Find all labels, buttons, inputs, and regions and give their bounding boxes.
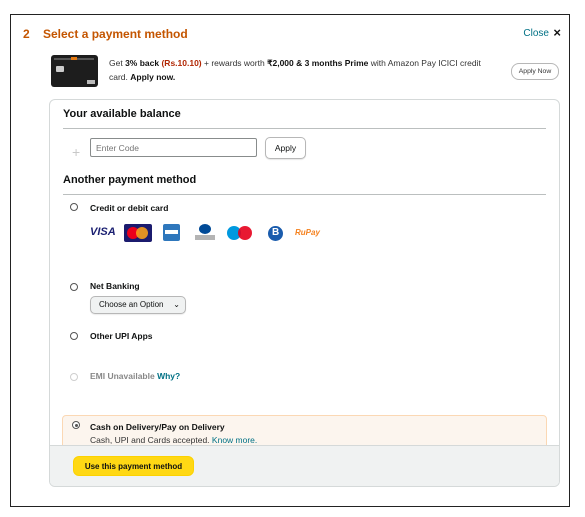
section-header: 2 Select a payment method Close × [23, 25, 561, 45]
bank-select[interactable]: Choose an Option ⌄ [90, 296, 186, 314]
rupay-icon: RuPay [295, 228, 320, 237]
emi-option-label: EMI Unavailable Why? [90, 371, 181, 381]
apply-now-button[interactable]: Apply Now [511, 63, 559, 80]
payment-section: 2 Select a payment method Close × Get 3%… [10, 14, 570, 507]
upi-radio[interactable] [70, 332, 78, 340]
step-number: 2 [23, 27, 30, 41]
chevron-down-icon: ⌄ [173, 300, 180, 309]
bharat-pay-icon: B [268, 226, 283, 241]
apply-code-button[interactable]: Apply [265, 137, 306, 159]
divider [63, 128, 546, 129]
panel-footer: Use this payment method [50, 445, 559, 486]
mastercard-icon [124, 224, 152, 242]
diners-club-icon [195, 224, 215, 242]
card-promo-banner: Get 3% back (Rs.10.10) + rewards worth ₹… [49, 51, 559, 91]
close-icon[interactable]: × [553, 25, 561, 40]
upi-option-label[interactable]: Other UPI Apps [90, 331, 153, 341]
plus-icon: + [72, 144, 81, 160]
netbanking-radio[interactable] [70, 283, 78, 291]
card-radio[interactable] [70, 203, 78, 211]
amex-icon [163, 224, 180, 241]
cod-option-label: Cash on Delivery/Pay on Delivery [90, 422, 225, 432]
cod-subtext: Cash, UPI and Cards accepted. Know more. [90, 435, 258, 445]
section-title: Select a payment method [43, 27, 188, 41]
balance-title: Your available balance [63, 108, 181, 120]
card-option-label[interactable]: Credit or debit card [90, 203, 168, 213]
maestro-icon [227, 224, 253, 242]
divider [63, 194, 546, 195]
emi-why-link[interactable]: Why? [157, 371, 180, 381]
use-payment-method-button[interactable]: Use this payment method [73, 456, 194, 476]
close-link[interactable]: Close [523, 28, 549, 39]
promo-apply-link[interactable]: Apply now. [130, 72, 175, 82]
credit-card-image [51, 55, 98, 87]
visa-icon: VISA [90, 226, 116, 238]
know-more-link[interactable]: Know more. [212, 435, 257, 445]
cod-radio[interactable] [72, 421, 80, 429]
emi-radio [70, 373, 78, 381]
gift-code-input[interactable] [90, 138, 257, 157]
another-method-title: Another payment method [63, 174, 197, 186]
netbanking-option-label[interactable]: Net Banking [90, 281, 140, 291]
promo-text: Get 3% back (Rs.10.10) + rewards worth ₹… [109, 58, 481, 82]
payment-options-panel: Your available balance + Apply Another p… [49, 99, 560, 487]
